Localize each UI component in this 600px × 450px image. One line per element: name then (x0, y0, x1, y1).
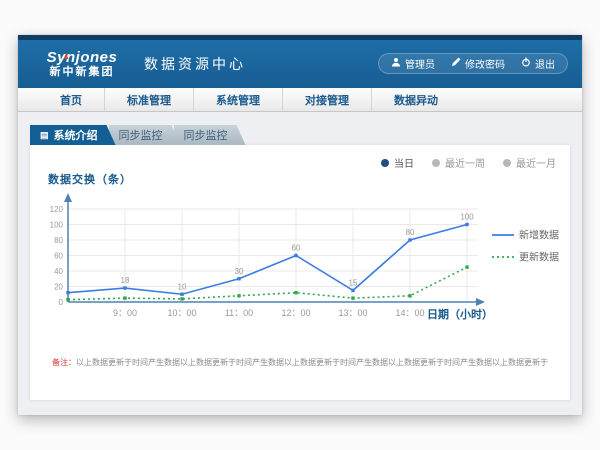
tab-2[interactable]: 同步监控 (174, 125, 246, 145)
svg-text:60: 60 (292, 244, 301, 253)
main-nav: 首页标准管理系统管理对接管理数据异动 (18, 88, 582, 112)
svg-text:12：00: 12：00 (281, 308, 310, 318)
nav-item-3[interactable]: 对接管理 (282, 88, 371, 111)
company-logo[interactable]: Synjones 新中新集团 (34, 49, 130, 79)
user-action-label: 修改密码 (465, 56, 505, 71)
svg-text:14：00: 14：00 (395, 308, 424, 318)
svg-text:100: 100 (460, 213, 474, 222)
svg-text:20: 20 (54, 283, 63, 292)
tab-0[interactable]: ▤ 系统介绍 (30, 125, 116, 145)
logo-name: Synjones (34, 49, 130, 66)
nav-item-4[interactable]: 数据异动 (371, 88, 460, 111)
chart-panel: 当日 最近一周 最近一月 数据交换（条） 0 20 40 60 80 100 120 18 10 30… (30, 145, 570, 400)
radio-dot (381, 159, 389, 167)
logo-spark-icon (62, 48, 70, 66)
tab-label: 系统介绍 (54, 127, 98, 143)
user-action-2[interactable]: 退出 (521, 56, 555, 71)
svg-text:30: 30 (235, 267, 244, 276)
svg-text:9：00: 9：00 (113, 308, 137, 318)
footer-note: 备注：以上数据更新于时间产生数据以上数据更新于时间产生数据以上数据更新于时间产生… (30, 357, 570, 368)
svg-text:10: 10 (178, 282, 187, 291)
svg-text:40: 40 (54, 267, 63, 276)
user-action-label: 退出 (535, 56, 555, 71)
time-range-option-2[interactable]: 最近一月 (503, 155, 556, 170)
footer-note-text: 以上数据更新于时间产生数据以上数据更新于时间产生数据以上数据更新于时间产生数据以… (76, 358, 548, 367)
person-icon (391, 57, 401, 70)
edit-icon (451, 57, 461, 70)
svg-text:0: 0 (59, 298, 64, 307)
svg-text:13：00: 13：00 (338, 308, 367, 318)
power-icon (521, 57, 531, 70)
line-chart: 0 20 40 60 80 100 120 18 10 30 60 15 80 100 9：00 10：00 1… (30, 189, 570, 339)
time-range-option-0[interactable]: 当日 (381, 155, 414, 170)
tab-label: 同步监控 (119, 127, 163, 143)
svg-text:日期（小时）: 日期（小时） (427, 307, 493, 321)
time-range-filter: 当日 最近一周 最近一月 (381, 155, 556, 170)
app-window: Synjones 新中新集团 数据资源中心 管理员 修改密码 退出 首页标准管理系统… (18, 35, 582, 415)
content-area: ▤ 系统介绍 同步监控 同步监控 当日 最近一周 最近一月 数据交换（条） 0 20 40 60… (18, 112, 582, 415)
svg-text:11：00: 11：00 (225, 308, 253, 318)
tab-1[interactable]: 同步监控 (109, 125, 181, 145)
svg-text:18: 18 (121, 276, 130, 285)
radio-dot (432, 159, 440, 167)
svg-text:更新数据: 更新数据 (519, 251, 559, 264)
svg-text:10：00: 10：00 (167, 308, 196, 318)
user-action-1[interactable]: 修改密码 (451, 56, 505, 71)
tab-label: 同步监控 (184, 127, 228, 143)
user-action-label: 管理员 (405, 56, 435, 71)
user-action-0[interactable]: 管理员 (391, 56, 435, 71)
screen: Synjones 新中新集团 数据资源中心 管理员 修改密码 退出 首页标准管理系统… (0, 0, 600, 450)
nav-item-1[interactable]: 标准管理 (104, 88, 193, 111)
y-axis-title: 数据交换（条） (48, 171, 132, 187)
svg-text:80: 80 (406, 228, 415, 237)
svg-text:120: 120 (50, 205, 64, 214)
app-header: Synjones 新中新集团 数据资源中心 管理员 修改密码 退出 (18, 40, 582, 88)
document-icon: ▤ (40, 131, 49, 140)
radio-label: 最近一周 (445, 155, 485, 170)
svg-text:60: 60 (54, 252, 63, 261)
logo-chinese-name: 新中新集团 (34, 66, 130, 79)
tab-bar: ▤ 系统介绍 同步监控 同步监控 (30, 125, 239, 145)
user-toolbar: 管理员 修改密码 退出 (378, 53, 568, 74)
radio-label: 当日 (394, 155, 414, 170)
nav-item-2[interactable]: 系统管理 (193, 88, 282, 111)
svg-text:80: 80 (54, 236, 63, 245)
svg-text:100: 100 (50, 221, 64, 230)
footer-note-prefix: 备注： (52, 358, 76, 367)
page-title: 数据资源中心 (144, 54, 246, 74)
time-range-option-1[interactable]: 最近一周 (432, 155, 485, 170)
radio-dot (503, 159, 511, 167)
radio-label: 最近一月 (516, 155, 556, 170)
svg-text:15: 15 (349, 278, 358, 287)
nav-item-0[interactable]: 首页 (38, 88, 104, 111)
svg-text:新增数据: 新增数据 (519, 229, 559, 242)
